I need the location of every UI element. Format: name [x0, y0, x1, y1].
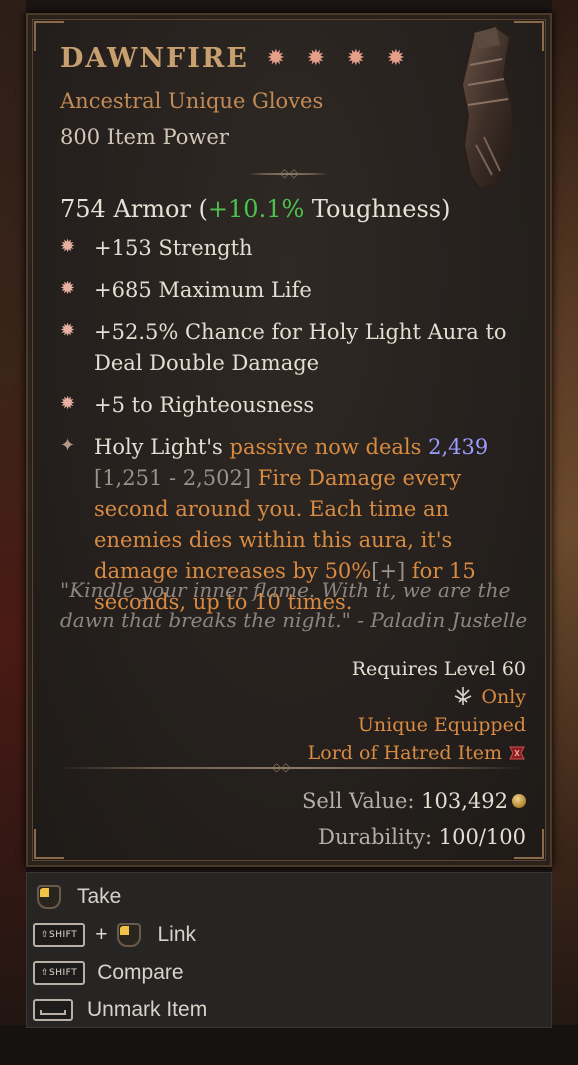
- divider: [58, 767, 524, 769]
- requirements: Requires Level 60 Only Unique Equipped L…: [308, 655, 526, 767]
- gloves-icon: [460, 25, 516, 191]
- flavor-text: "Kindle your inner flame. With it, we ar…: [60, 578, 528, 632]
- spacebar-key-icon: [33, 999, 73, 1021]
- backdrop-left: [0, 0, 26, 1065]
- affix-bullet-icon: ✹: [60, 278, 76, 299]
- shift-key-icon: ⇧ SHIFT: [33, 961, 86, 985]
- paladin-class-icon: [455, 687, 472, 705]
- durability-value: 100/100: [438, 825, 526, 849]
- left-mouse-icon: [117, 923, 142, 947]
- affix: ✹ +5 to Righteousness: [60, 390, 520, 421]
- unique-power-range: [1,251 - 2,502]: [94, 466, 252, 490]
- affix-text: +52.5% Chance for Holy Light Aura to Dea…: [94, 320, 507, 375]
- frame-corner: [34, 829, 64, 859]
- take-label: Take: [77, 885, 122, 908]
- divider-ornament-icon: ◇◇: [280, 166, 299, 180]
- unique-power-bullet-icon: ✦: [60, 435, 76, 456]
- backdrop-right: [552, 0, 578, 1065]
- class-restriction: Only: [308, 683, 526, 711]
- backdrop-bottom: [0, 1025, 578, 1065]
- toughness-value: +10.1%: [207, 195, 305, 223]
- affix-bullet-icon: ✹: [60, 393, 76, 414]
- affix-bullet-icon: ✹: [60, 320, 76, 341]
- unique-power-part: Holy Light's: [94, 435, 230, 459]
- expansion-item-label: Lord of Hatred Item: [307, 742, 502, 764]
- compare-label: Compare: [97, 961, 184, 984]
- affix: ✹ +153 Strength: [60, 233, 520, 264]
- unique-equipped: Unique Equipped: [357, 714, 526, 736]
- plus-sign: +: [95, 923, 108, 946]
- item-power: 800 Item Power: [60, 125, 229, 149]
- sell-info: Sell Value: 103,492 Durability: 100/100: [302, 783, 526, 855]
- durability-line: Durability: 100/100: [302, 819, 526, 855]
- unique-power-part: passive now deals: [229, 435, 429, 459]
- action-panel: Take ⇧ SHIFT + Link ⇧ SHIFT Compare Unmark…: [26, 872, 552, 1028]
- item-tooltip: DAWNFIRE ✹ ✹ ✹ ✹ Ancestral Unique Gloves…: [26, 13, 552, 867]
- expansion-item: Lord of Hatred Item: [308, 739, 526, 767]
- left-mouse-icon: [37, 885, 61, 909]
- eight-point-star-icon: ✹: [346, 45, 366, 71]
- sell-value-line: Sell Value: 103,492: [302, 783, 526, 819]
- link-action[interactable]: ⇧ SHIFT + Link: [33, 923, 196, 947]
- sell-value-label: Sell Value:: [302, 789, 422, 813]
- unmark-action[interactable]: Unmark Item: [33, 998, 207, 1022]
- unique-power-value: 2,439: [428, 435, 489, 459]
- shift-key-label: SHIFT: [49, 968, 78, 978]
- sell-value: 103,492: [421, 789, 508, 813]
- eight-point-star-icon: ✹: [306, 45, 326, 71]
- durability-label: Durability:: [318, 825, 439, 849]
- item-name: DAWNFIRE: [60, 43, 249, 74]
- unmark-label: Unmark Item: [87, 998, 208, 1021]
- title-row: DAWNFIRE ✹ ✹ ✹ ✹: [60, 43, 409, 74]
- rank-stars: ✹ ✹ ✹ ✹: [263, 46, 409, 72]
- shift-key-icon: ⇧ SHIFT: [33, 923, 86, 947]
- affix-list: ✹ +153 Strength ✹ +685 Maximum Life ✹ +5…: [60, 233, 520, 629]
- armor-value: 754 Armor (: [60, 195, 208, 223]
- lord-of-hatred-icon: [509, 746, 525, 760]
- take-action[interactable]: Take: [37, 885, 121, 909]
- armor-line: 754 Armor (+10.1% Toughness): [60, 195, 450, 223]
- eight-point-star-icon: ✹: [386, 45, 406, 71]
- eight-point-star-icon: ✹: [266, 45, 286, 71]
- gold-coin-icon: [512, 794, 526, 808]
- affix-bullet-icon: ✹: [60, 236, 76, 257]
- toughness-label: Toughness): [304, 195, 451, 223]
- affix: ✹ +685 Maximum Life: [60, 275, 520, 306]
- shift-key-label: SHIFT: [49, 930, 78, 940]
- affix-text: +5 to Righteousness: [94, 393, 315, 417]
- affix-text: +685 Maximum Life: [94, 278, 312, 302]
- divider-ornament-icon: ◇◇: [272, 760, 291, 774]
- compare-action[interactable]: ⇧ SHIFT Compare: [33, 961, 184, 985]
- link-label: Link: [157, 923, 196, 946]
- item-type: Ancestral Unique Gloves: [60, 89, 324, 113]
- affix: ✹ +52.5% Chance for Holy Light Aura to D…: [60, 317, 520, 379]
- affix-text: +153 Strength: [94, 236, 253, 260]
- required-level: Requires Level 60: [351, 658, 526, 680]
- class-only-label: Only: [481, 686, 526, 708]
